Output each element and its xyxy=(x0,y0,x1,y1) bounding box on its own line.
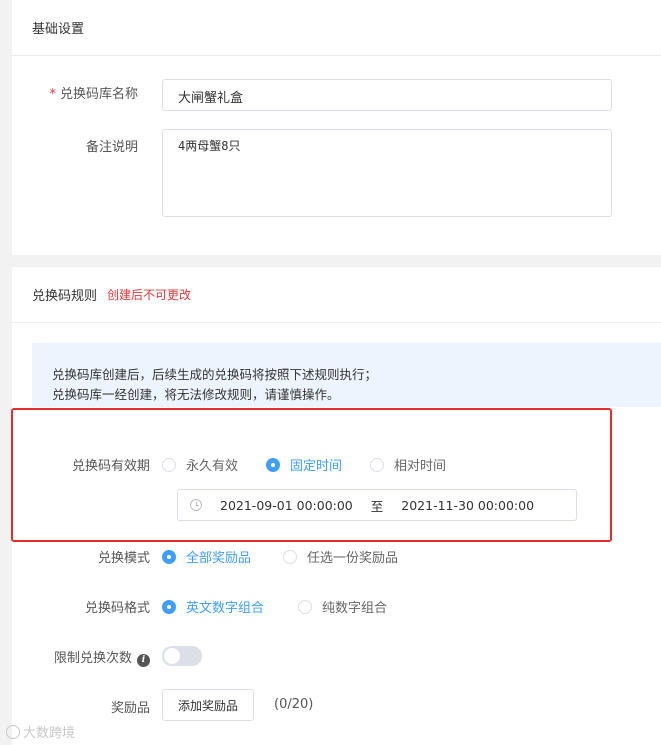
validity-label: 兑换码有效期 xyxy=(71,459,150,474)
rules-notice: 兑换码库创建后，后续生成的兑换码将按照下述规则执行； 兑换码库一经创建，将无法修… xyxy=(32,343,661,407)
mode-row: 兑换模式 xyxy=(0,547,162,566)
basic-settings-header: 基础设置 xyxy=(12,0,661,56)
notice-line-2: 兑换码库一经创建，将无法修改规则，请谨慎操作。 xyxy=(52,387,340,402)
name-input[interactable]: 大闸蟹礼盒 xyxy=(162,79,612,111)
format-radio-group: 英文数字组合 纯数字组合 xyxy=(162,597,419,616)
remark-textarea[interactable]: 4两母蟹8只 xyxy=(162,129,612,217)
code-rules-title: 兑换码规则 xyxy=(32,289,98,304)
format-label: 兑换码格式 xyxy=(84,601,150,616)
format-numeric-radio[interactable]: 纯数字组合 xyxy=(298,597,387,616)
mode-radio-group: 全部奖励品 任选一份奖励品 xyxy=(162,547,430,566)
reward-label: 奖励品 xyxy=(110,701,150,716)
mode-all-radio[interactable]: 全部奖励品 xyxy=(162,547,251,566)
date-end: 2021-11-30 00:00:00 xyxy=(401,497,535,513)
notice-line-1: 兑换码库创建后，后续生成的兑换码将按照下述规则执行； xyxy=(52,367,378,382)
reward-row: 奖励品 xyxy=(0,697,162,716)
date-range-separator: 至 xyxy=(370,498,384,514)
date-range-picker[interactable]: 2021-09-01 00:00:00 至 2021-11-30 00:00:0… xyxy=(177,489,577,521)
basic-settings-title: 基础设置 xyxy=(32,22,85,37)
remark-row: 备注说明 xyxy=(0,136,150,155)
code-rules-header: 兑换码规则 创建后不可更改 xyxy=(12,267,661,323)
remark-label: 备注说明 xyxy=(85,140,138,155)
info-icon[interactable]: i xyxy=(137,654,150,667)
limit-toggle[interactable] xyxy=(162,646,202,666)
watermark-logo-icon xyxy=(6,724,20,739)
mode-label: 兑换模式 xyxy=(97,551,150,566)
limit-row: 限制兑换次数 i xyxy=(0,647,162,667)
watermark: 大数跨境 xyxy=(6,722,75,741)
validity-radio-group: 永久有效 固定时间 相对时间 xyxy=(162,455,478,474)
validity-relative-radio[interactable]: 相对时间 xyxy=(370,455,446,474)
add-reward-button[interactable]: 添加奖励品 xyxy=(162,689,254,721)
name-label: * 兑换码库名称 xyxy=(49,87,138,102)
name-row: * 兑换码库名称 xyxy=(0,83,150,102)
format-alphanumeric-radio[interactable]: 英文数字组合 xyxy=(162,597,264,616)
mode-choose-one-radio[interactable]: 任选一份奖励品 xyxy=(283,547,398,566)
limit-label: 限制兑换次数 i xyxy=(0,647,162,667)
required-mark: * xyxy=(49,87,56,102)
rules-warning: 创建后不可更改 xyxy=(107,288,192,302)
validity-fixed-radio[interactable]: 固定时间 xyxy=(266,455,342,474)
validity-permanent-radio[interactable]: 永久有效 xyxy=(162,455,238,474)
date-start: 2021-09-01 00:00:00 xyxy=(220,497,353,513)
clock-icon xyxy=(190,499,202,511)
validity-row: 兑换码有效期 xyxy=(0,455,162,474)
reward-count: (0/20) xyxy=(274,697,314,712)
format-row: 兑换码格式 xyxy=(0,597,162,616)
